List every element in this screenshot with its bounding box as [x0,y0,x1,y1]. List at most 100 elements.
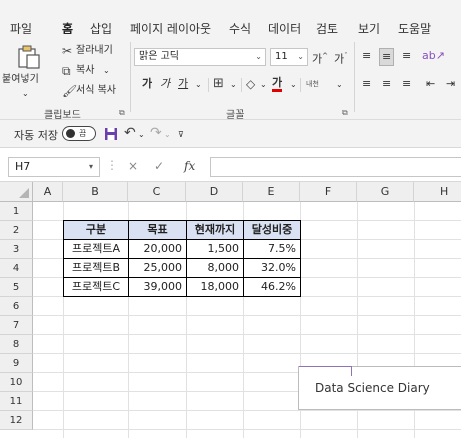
name-box-value: H7 [15,160,31,173]
shrink-font-label: 가 [334,52,345,66]
cut-button[interactable]: 잘라내기 [76,45,113,57]
enter-button[interactable]: ✓ [154,159,164,173]
font-color-button[interactable]: 가 [272,76,283,92]
font-name-value: 맑은 고딕 [139,51,179,62]
table-border [63,277,301,278]
row-header-6[interactable]: 6 [0,297,33,316]
quick-access-toolbar: 자동 저장 끔 ↶ ⌄ ↷ ⌄ ⊽ [0,120,461,148]
chevron-down-icon: ⌄ [103,66,110,75]
decrease-indent-icon[interactable]: ⇤ [426,76,435,92]
align-left-icon[interactable]: ≡ [362,76,371,92]
chevron-down-icon: ⌄ [336,80,343,89]
table-border [63,239,301,240]
autosave-label: 자동 저장 [14,129,58,142]
column-header-h[interactable]: H [414,182,461,202]
chevron-down-icon: ⌄ [230,80,237,89]
orientation-icon[interactable]: ab↗ [422,48,445,64]
undo-icon[interactable]: ↶ [124,126,136,140]
phonetic-button[interactable]: 내천 [306,78,319,90]
divider [130,42,131,112]
chevron-down-icon: ⌄ [195,80,202,89]
formula-bar: H7 ▾ ⋮ × ✓ fx [0,150,461,182]
autosave-state: 끔 [79,129,87,138]
gridline [33,410,461,411]
bold-button[interactable]: 가 [142,76,152,92]
scissors-icon: ✂ [62,44,73,58]
shrink-font-button[interactable]: 가ˇ [334,48,348,68]
row-header-3[interactable]: 3 [0,240,33,259]
spreadsheet-grid: A B C D E F G H 1 2 3 4 5 6 7 8 9 10 11 … [0,182,461,438]
row-header-9[interactable]: 9 [0,354,33,373]
row-header-1[interactable]: 1 [0,202,33,221]
text-box-label: Data Science Diary [315,381,430,395]
column-header-e[interactable]: E [243,182,300,202]
paste-label: 붙여넣기 [2,74,39,85]
increase-indent-icon[interactable]: ⇥ [446,76,455,92]
row-header-12[interactable]: 12 [0,411,33,430]
paste-icon [18,45,40,69]
paste-button[interactable]: 붙여넣기 ⌄ [2,44,56,100]
table-border [63,258,301,259]
chevron-down-icon: ⌄ [22,89,29,98]
chevron-down-icon: ⌄ [290,80,297,89]
grow-font-button[interactable]: 가^ [312,48,328,68]
gridline [33,429,461,430]
dialog-launcher-icon[interactable]: ⧉ [119,108,125,118]
font-group-label: 글꼴 [226,110,245,121]
align-middle-icon[interactable]: ≡ [379,48,395,66]
align-bottom-icon[interactable]: ≡ [402,48,411,64]
text-box[interactable]: Data Science Diary [298,366,461,410]
chevron-down-icon: ⌄ [255,52,262,61]
divider [208,78,209,92]
divider [354,42,355,112]
align-top-icon[interactable]: ≡ [362,48,371,64]
chevron-down-icon: ⌄ [164,130,171,139]
select-all-corner[interactable] [0,182,33,202]
autosave-toggle[interactable]: 끔 [62,126,96,141]
redo-icon[interactable]: ↷ [150,126,162,140]
row-header-2[interactable]: 2 [0,221,33,240]
row-header-11[interactable]: 11 [0,392,33,411]
gridline [33,353,461,354]
underline-button[interactable]: 가 [178,76,188,92]
row-header-4[interactable]: 4 [0,259,33,278]
row-header-8[interactable]: 8 [0,335,33,354]
column-header-f[interactable]: F [300,182,357,202]
column-header-d[interactable]: D [186,182,243,202]
name-box[interactable]: H7 ▾ [8,157,100,177]
toggle-knob [66,129,75,138]
italic-button[interactable]: 가 [160,76,170,92]
cancel-button[interactable]: × [128,159,138,173]
font-name-select[interactable]: 맑은 고딕 ⌄ [134,48,266,66]
customize-toolbar-icon[interactable]: ⊽ [178,129,184,141]
divider [300,78,301,92]
insert-function-button[interactable]: fx [184,159,195,173]
gridline [33,315,461,316]
column-header-a[interactable]: A [33,182,63,202]
row-header-10[interactable]: 10 [0,373,33,392]
align-center-icon[interactable]: ≡ [382,76,391,92]
format-painter-button[interactable]: 서식 복사 [76,85,116,97]
dialog-launcher-icon[interactable]: ⧉ [342,108,348,118]
fill-color-icon[interactable]: ◇ [246,77,255,91]
chevron-down-icon: ⌄ [260,80,267,89]
borders-icon[interactable]: ⊞ [213,77,224,91]
formula-input[interactable] [210,157,461,177]
clipboard-group-label: 클립보드 [44,110,81,121]
chevron-down-icon: ⌄ [297,52,304,61]
chevron-down-icon: ⌄ [138,130,145,139]
ribbon-tabs: 파일 홈 삽입 페이지 레이아웃 수식 데이터 검토 보기 도움말 [0,0,461,41]
column-header-c[interactable]: C [128,182,186,202]
column-header-g[interactable]: G [357,182,414,202]
row-header-7[interactable]: 7 [0,316,33,335]
column-header-b[interactable]: B [63,182,128,202]
copy-button[interactable]: 복사 [76,65,94,77]
selection-edge [299,366,351,367]
more-icon: ⋮ [106,158,118,172]
row-header-5[interactable]: 5 [0,278,33,297]
align-right-icon[interactable]: ≡ [402,76,411,92]
format-painter-icon: 🖌 [62,84,78,98]
save-icon[interactable] [104,127,118,141]
selection-edge [351,366,352,376]
font-size-select[interactable]: 11 ⌄ [270,48,308,66]
